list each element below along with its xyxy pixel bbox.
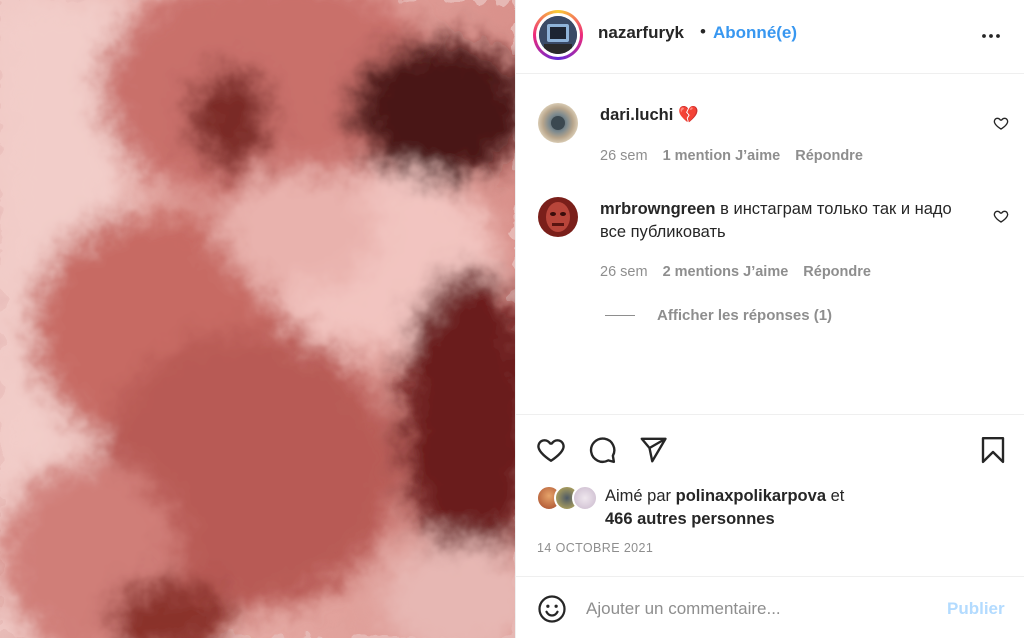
commenter-avatar[interactable]: [538, 103, 578, 143]
publish-button[interactable]: Publier: [947, 599, 1005, 619]
likers-avatars[interactable]: [536, 485, 606, 513]
comment-username[interactable]: mrbrowngreen: [600, 200, 716, 218]
comment-meta: 26 sem 2 mentions J’aime Répondre: [600, 264, 871, 280]
likes-and: et: [830, 487, 845, 505]
liker-avatar: [572, 485, 598, 511]
post-sidebar: nazarfuryk • Abonné(e) dari.luchi 💔 26 s…: [515, 0, 1024, 638]
likes-others-link[interactable]: 466 autres personnes: [605, 510, 775, 528]
author-avatar[interactable]: [533, 10, 583, 60]
bookmark-icon[interactable]: [978, 435, 1008, 465]
paper-plane-icon[interactable]: [638, 435, 668, 465]
comment-text: 💔: [677, 106, 699, 124]
heart-icon[interactable]: [536, 435, 566, 465]
comment-time[interactable]: 26 sem: [600, 148, 648, 164]
comment-username[interactable]: dari.luchi: [600, 106, 673, 124]
view-replies-button[interactable]: Afficher les réponses (1): [605, 307, 832, 324]
likes-prefix: Aimé par: [605, 487, 672, 505]
emoji-icon[interactable]: [537, 594, 567, 624]
more-options-icon[interactable]: [979, 24, 1003, 48]
commenter-avatar-image: [538, 103, 578, 143]
replies-divider-line: [605, 315, 635, 316]
comment-meta: 26 sem 1 mention J’aime Répondre: [600, 148, 863, 164]
comment-time[interactable]: 26 sem: [600, 264, 648, 280]
post-actions-section: Aimé par polinaxpolikarpova et 466 autre…: [516, 414, 1024, 576]
post-date[interactable]: 14 OCTOBRE 2021: [537, 541, 653, 555]
comment-input[interactable]: [586, 596, 926, 622]
post-image[interactable]: [0, 0, 515, 638]
commenter-avatar-image: [538, 197, 578, 237]
add-comment-bar: Publier: [516, 576, 1024, 638]
commenter-avatar[interactable]: [538, 197, 578, 237]
glass-texture-image: [0, 0, 515, 638]
reply-button[interactable]: Répondre: [795, 148, 863, 164]
comment-like-heart-icon[interactable]: [993, 208, 1009, 224]
comment-likes-count[interactable]: 1 mention J’aime: [663, 148, 781, 164]
separator-dot: •: [700, 22, 706, 41]
comment-bubble-icon[interactable]: [587, 435, 617, 465]
following-button[interactable]: Abonné(e): [713, 23, 797, 43]
post-header: nazarfuryk • Abonné(e): [516, 0, 1024, 74]
reply-button[interactable]: Répondre: [803, 264, 871, 280]
view-replies-label: Afficher les réponses (1): [657, 307, 833, 324]
comment-like-heart-icon[interactable]: [993, 115, 1009, 131]
author-username[interactable]: nazarfuryk: [598, 23, 684, 43]
author-avatar-image: [539, 16, 577, 54]
liker-username[interactable]: polinaxpolikarpova: [676, 487, 826, 505]
comment-likes-count[interactable]: 2 mentions J’aime: [663, 264, 789, 280]
likes-summary: Aimé par polinaxpolikarpova et 466 autre…: [605, 485, 844, 531]
